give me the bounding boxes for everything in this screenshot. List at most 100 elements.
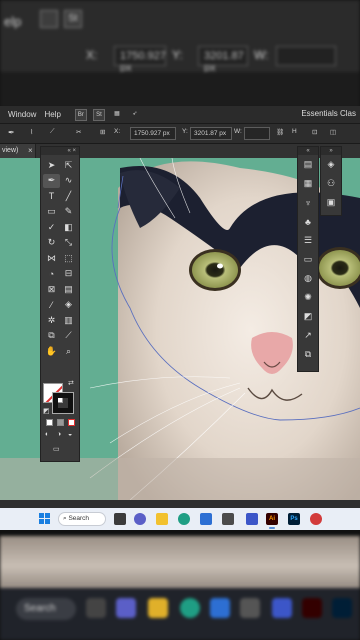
edge-icon[interactable] [178, 513, 190, 525]
hand-tool-icon[interactable]: ✋ [43, 344, 60, 359]
screen-mode-icon[interactable]: ▭ [53, 445, 60, 453]
blue-app-icon[interactable] [246, 513, 258, 525]
bg-task-view-icon [86, 598, 106, 618]
bg-store-icon [210, 598, 230, 618]
y-field[interactable]: 3201.87 px [190, 127, 232, 140]
draw-behind-icon[interactable]: ◑ [57, 431, 61, 438]
perspective-grid-tool-icon[interactable]: ⊟ [60, 267, 77, 282]
swatches-icon[interactable]: ▭ [298, 250, 318, 269]
type-tool-icon[interactable]: T [43, 189, 60, 204]
gpu-rocket-icon[interactable]: ➶ [129, 109, 141, 121]
cube-app-icon[interactable] [222, 513, 234, 525]
w-label: W: [234, 128, 242, 135]
menu-help[interactable]: Help [44, 110, 60, 119]
rotate-tool-icon[interactable]: ↻ [43, 236, 60, 251]
align-panel-icon[interactable]: ☰ [298, 231, 318, 250]
y-label: Y: [182, 128, 188, 135]
pen-tool-icon[interactable]: ✒ [8, 128, 15, 137]
bg-explorer-icon [148, 598, 168, 618]
export-icon[interactable]: ↗ [298, 326, 318, 345]
teams-icon[interactable] [134, 513, 146, 525]
curvature-tool-icon[interactable]: ∿ [60, 174, 77, 189]
eyedropper-tool-icon[interactable]: ⁄ [43, 298, 60, 313]
free-transform-tool-icon[interactable]: ⬚ [60, 251, 77, 266]
h-field-icon[interactable]: H [292, 128, 297, 135]
scale-tool-icon[interactable]: ⤡ [60, 236, 77, 251]
selection-tool-icon[interactable]: ➤ [43, 158, 60, 173]
shape-builder-tool-icon[interactable]: ◔ [43, 267, 60, 282]
tab-close-icon[interactable]: × [28, 146, 33, 155]
draw-normal-icon[interactable]: ◐ [45, 431, 49, 438]
taskbar-search[interactable]: ⌕ Search [58, 512, 106, 526]
none-mode-icon[interactable] [68, 419, 75, 426]
default-colors-icon[interactable]: ◩ [43, 407, 50, 415]
stock-button[interactable]: St [92, 108, 105, 121]
appearance-icon[interactable]: ✺ [298, 288, 318, 307]
cut-path-icon[interactable]: ✂ [76, 128, 81, 136]
bg-y-label: Y: [172, 48, 183, 62]
puppet-warp-icon[interactable]: ♆ [298, 193, 318, 212]
multicolor-app-icon[interactable] [310, 513, 322, 525]
tools-panel: « × ➤ ⇱ ✒ ∿ T ╱ ▭ ✎ ✓ ◧ ↻ ⤡ ⋈ ⬚ ◔ ⊟ ⊠ ▤ … [40, 146, 80, 462]
transform-icon[interactable]: ⊡ [312, 128, 317, 136]
right-panel-header[interactable]: « [298, 147, 318, 155]
draw-inside-icon[interactable]: ◒ [68, 431, 72, 438]
windows-start-icon[interactable] [39, 513, 50, 524]
right-panel-2-header[interactable]: » [321, 147, 341, 155]
symbol-sprayer-tool-icon[interactable]: ✲ [43, 313, 60, 328]
tools-collapse-icon[interactable]: « [67, 148, 70, 154]
line-tool-icon[interactable]: ╱ [60, 189, 77, 204]
workspace-switcher[interactable]: Essentials Clas [301, 109, 356, 118]
stroke-swatch[interactable] [52, 392, 74, 414]
libraries-icon[interactable]: ▦ [298, 174, 318, 193]
pen-tool-icon[interactable]: ✒ [43, 173, 60, 188]
artboard-tool-icon[interactable]: ⧉ [43, 329, 60, 344]
artboards-panel-icon[interactable]: ⧉ [298, 345, 318, 364]
bridge-button[interactable]: Br [74, 108, 87, 121]
photoshop-icon[interactable]: Ps [288, 513, 300, 525]
align-icon[interactable]: ⊞ [100, 128, 105, 136]
graph-tool-icon[interactable]: ▥ [60, 313, 77, 328]
menu-window[interactable]: Window [8, 110, 36, 119]
swap-colors-icon[interactable]: ⇄ [68, 379, 74, 387]
shaper-tool-icon[interactable]: ✓ [43, 220, 60, 235]
slice-tool-icon[interactable]: ⟋ [60, 329, 77, 344]
layers-icon[interactable]: ◈ [321, 155, 341, 174]
graphic-styles-icon[interactable]: ◩ [298, 307, 318, 326]
mesh-tool-icon[interactable]: ⊠ [43, 282, 60, 297]
paintbrush-tool-icon[interactable]: ✎ [60, 205, 77, 220]
asset-export-icon[interactable]: ▣ [321, 193, 341, 212]
bg-photo-strip [0, 536, 360, 596]
gradient-tool-icon[interactable]: ▤ [60, 282, 77, 297]
bg-cube-icon [240, 598, 260, 618]
width-tool-icon[interactable]: ⋈ [43, 251, 60, 266]
links-icon[interactable]: ⚇ [321, 174, 341, 193]
color-panel-icon[interactable]: ◍ [298, 269, 318, 288]
zoom-tool-icon[interactable]: ⌕ [60, 344, 77, 359]
taskbar-search-label: Search [68, 515, 90, 522]
rectangle-tool-icon[interactable]: ▭ [43, 205, 60, 220]
tools-close-icon[interactable]: × [72, 148, 76, 154]
w-field[interactable] [244, 127, 270, 140]
illustrator-icon[interactable]: Ai [266, 513, 278, 525]
bg-taskbar-search: Search [16, 598, 76, 620]
task-view-icon[interactable] [114, 513, 126, 525]
anchor-handle-icon[interactable]: ⟋ [50, 128, 55, 136]
anchor-convert-icon[interactable]: ⌇ [30, 128, 33, 136]
x-label: X: [114, 128, 121, 135]
link-proportions-icon[interactable]: ⛓ [276, 128, 284, 136]
symbols-icon[interactable]: ♣ [298, 212, 318, 231]
x-field[interactable]: 1750.927 px [130, 127, 176, 140]
arrange-docs-icon[interactable]: ▦ [111, 109, 123, 121]
gradient-mode-icon[interactable] [57, 419, 64, 426]
bg-help-text: elp [4, 14, 22, 29]
store-icon[interactable] [200, 513, 212, 525]
tools-panel-header[interactable]: « × [41, 147, 79, 155]
blend-tool-icon[interactable]: ◈ [60, 298, 77, 313]
direct-selection-tool-icon[interactable]: ⇱ [60, 158, 77, 173]
properties-icon[interactable]: ▤ [298, 155, 318, 174]
color-mode-icon[interactable] [46, 419, 53, 426]
eraser-tool-icon[interactable]: ◧ [60, 220, 77, 235]
isolate-icon[interactable]: ◫ [330, 128, 336, 136]
file-explorer-icon[interactable] [156, 513, 168, 525]
